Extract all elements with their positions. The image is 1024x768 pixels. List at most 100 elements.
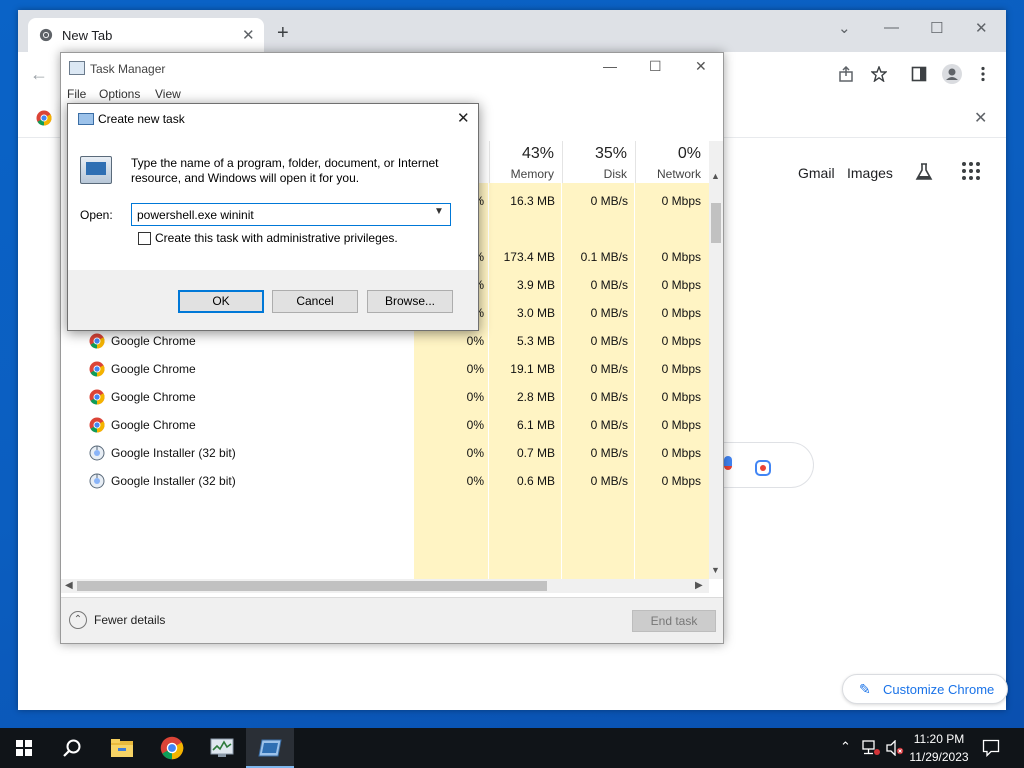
process-name: Google Chrome (111, 362, 196, 376)
task-manager-icon (210, 738, 234, 757)
pencil-icon: ✎ (859, 681, 871, 697)
open-input[interactable] (131, 203, 451, 226)
images-link[interactable]: Images (847, 165, 893, 181)
bookmark-bar-close-icon[interactable]: ✕ (974, 108, 987, 128)
process-network: 0 Mbps (661, 334, 701, 348)
process-disk: 0 MB/s (590, 306, 628, 320)
process-row[interactable]: Google Installer (32 bit) 0% 0.7 MB 0 MB/s 0… (61, 439, 709, 467)
share-icon[interactable] (838, 66, 854, 82)
admin-privileges-label[interactable]: Create this task with administrative pri… (155, 231, 398, 245)
process-row[interactable]: Google Chrome 0% 19.1 MB 0 MB/s 0 Mbps (61, 355, 709, 383)
tm-close-button[interactable]: ✕ (695, 58, 707, 75)
process-disk: 0.1 MB/s (580, 250, 628, 264)
taskbar-chrome[interactable] (148, 728, 196, 768)
process-disk: 0 MB/s (590, 194, 628, 208)
dialog-titlebar[interactable]: Create new task ✕ (68, 104, 478, 134)
memory-percent: 43% (521, 145, 554, 162)
scroll-up-icon[interactable]: ▲ (711, 171, 720, 181)
horizontal-scrollbar[interactable]: ◀ ▶ (61, 579, 709, 593)
scroll-left-icon[interactable]: ◀ (65, 580, 73, 591)
tab-search-chevron-icon[interactable]: ⌄ (838, 19, 851, 37)
side-panel-icon[interactable] (911, 66, 927, 82)
process-network: 0 Mbps (661, 250, 701, 264)
tab-new-tab[interactable]: New Tab ✕ (28, 18, 264, 52)
end-task-button[interactable]: End task (632, 610, 716, 632)
process-cpu: 0% (466, 362, 484, 376)
clock-time[interactable]: 11:20 PM (908, 732, 970, 746)
tm-minimize-button[interactable]: — (603, 58, 617, 74)
process-row[interactable]: Google Chrome 0% 2.8 MB 0 MB/s 0 Mbps (61, 383, 709, 411)
process-cpu: 0% (466, 390, 484, 404)
customize-chrome-button[interactable]: ✎ Customize Chrome (842, 674, 1008, 704)
memory-label: Memory (510, 167, 554, 181)
menu-options[interactable]: Options (99, 87, 140, 101)
network-label: Network (656, 167, 701, 181)
task-manager-title: Task Manager (90, 62, 166, 76)
vertical-scrollbar[interactable]: ▲ ▼ (709, 141, 723, 579)
task-manager-footer: ⌃ Fewer details End task (61, 597, 723, 643)
menu-icon[interactable] (980, 66, 986, 82)
back-button[interactable]: ← (30, 64, 48, 85)
chrome-icon (160, 736, 184, 760)
taskbar-search-button[interactable] (48, 728, 96, 768)
task-manager-titlebar[interactable]: Task Manager — ☐ ✕ (61, 53, 723, 85)
scroll-right-icon[interactable]: ▶ (695, 580, 703, 591)
menu-file[interactable]: File (67, 87, 86, 101)
lens-icon[interactable] (755, 460, 771, 476)
fewer-details-button[interactable]: Fewer details (94, 613, 165, 627)
column-memory[interactable]: 43% Memory (489, 141, 562, 183)
column-disk[interactable]: 35% Disk (562, 141, 635, 183)
chrome-process-icon (89, 389, 105, 405)
volume-muted-icon[interactable] (886, 740, 904, 756)
process-network: 0 Mbps (661, 446, 701, 460)
process-network: 0 Mbps (661, 306, 701, 320)
start-button[interactable] (0, 728, 48, 768)
taskbar-file-explorer[interactable] (98, 728, 146, 768)
chevron-down-icon[interactable]: ▼ (434, 206, 444, 217)
process-network: 0 Mbps (661, 362, 701, 376)
tab-close-icon[interactable]: ✕ (242, 26, 255, 44)
chrome-process-icon (89, 361, 105, 377)
browse-button[interactable]: Browse... (367, 290, 453, 313)
vertical-scroll-thumb[interactable] (711, 203, 721, 243)
taskbar-task-manager[interactable] (198, 728, 246, 768)
gmail-link[interactable]: Gmail (798, 165, 835, 181)
network-icon[interactable] (862, 740, 880, 756)
tray-overflow-icon[interactable]: ⌃ (840, 739, 851, 755)
dialog-close-button[interactable]: ✕ (457, 109, 470, 127)
process-cpu: 0% (466, 474, 484, 488)
admin-privileges-checkbox[interactable] (138, 232, 151, 245)
chrome-icon[interactable] (36, 110, 52, 126)
process-memory: 173.4 MB (503, 250, 555, 264)
labs-icon[interactable] (914, 162, 934, 182)
process-row[interactable]: Google Chrome 0% 6.1 MB 0 MB/s 0 Mbps (61, 411, 709, 439)
star-icon[interactable] (871, 66, 887, 82)
taskbar: ⌃ 11:20 PM 11/29/2023 (0, 728, 1024, 768)
run-dialog-icon (78, 113, 94, 125)
installer-process-icon (89, 473, 105, 489)
process-cpu: 0% (466, 334, 484, 348)
process-memory: 5.3 MB (516, 334, 555, 348)
ok-button[interactable]: OK (178, 290, 264, 313)
chrome-process-icon (89, 333, 105, 349)
chrome-maximize-button[interactable]: ☐ (930, 19, 943, 37)
clock-date[interactable]: 11/29/2023 (906, 750, 972, 764)
notifications-icon[interactable] (982, 739, 1000, 757)
cancel-button[interactable]: Cancel (272, 290, 358, 313)
taskbar-run-dialog[interactable] (246, 728, 294, 768)
menu-view[interactable]: View (155, 87, 181, 101)
chevron-up-icon[interactable]: ⌃ (69, 611, 87, 629)
chrome-close-button[interactable]: ✕ (975, 19, 988, 37)
scroll-down-icon[interactable]: ▼ (711, 565, 720, 575)
profile-icon[interactable] (942, 64, 962, 84)
horizontal-scroll-thumb[interactable] (77, 581, 547, 591)
chrome-minimize-button[interactable]: — (884, 19, 899, 36)
mic-icon[interactable] (724, 456, 732, 470)
process-row[interactable]: Google Installer (32 bit) 0% 0.6 MB 0 MB/s 0… (61, 467, 709, 495)
tm-maximize-button[interactable]: ☐ (649, 58, 662, 75)
new-tab-button[interactable]: + (277, 23, 289, 43)
process-row[interactable]: Google Chrome 0% 5.3 MB 0 MB/s 0 Mbps (61, 327, 709, 355)
process-memory: 6.1 MB (516, 418, 555, 432)
file-explorer-icon (111, 739, 133, 757)
column-network[interactable]: 0% Network (635, 141, 709, 183)
